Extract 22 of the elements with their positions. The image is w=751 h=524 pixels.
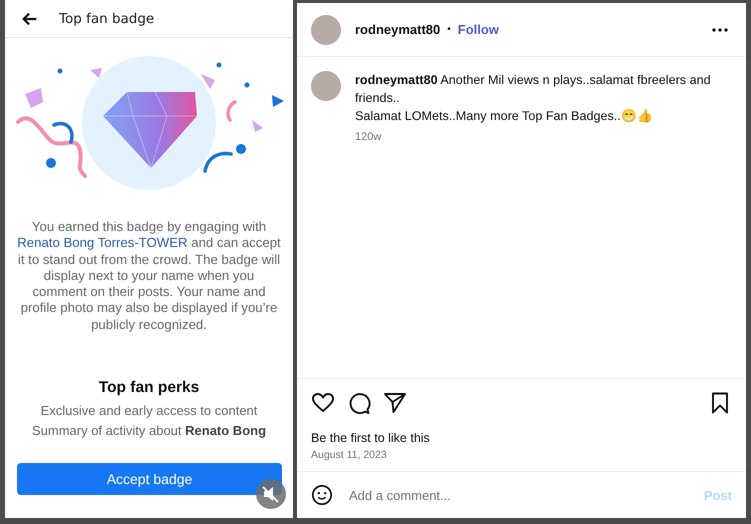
accept-badge-button[interactable]: Accept badge (17, 463, 282, 496)
heart-icon[interactable] (311, 391, 335, 415)
username[interactable]: rodneymatt80 (355, 22, 440, 37)
perk-text: Summary of activity about Renato Bong (30, 422, 268, 440)
share-icon[interactable] (383, 391, 407, 415)
muted-speaker-icon[interactable] (256, 479, 286, 510)
username-link[interactable]: rodneymatt80 (355, 73, 438, 87)
badge-description: You earned this badge by engaging with Renato Bong Torres-TOWER and can accept it to stand out from the crowd. The badge will display next to your name when you comment on their posts. Your name and profile photo may also be displayed if you’re publicly recognized. (16, 219, 282, 334)
likes-text: Be the first to like this (310, 430, 431, 445)
emoji-icon[interactable] (311, 484, 333, 506)
separator-dot: • (447, 24, 451, 35)
more-options-icon[interactable] (712, 28, 728, 32)
page-link[interactable]: Renato Bong Torres-TOWER (17, 235, 188, 250)
comment-icon[interactable] (347, 391, 371, 415)
page-title: Top fan badge (59, 10, 154, 26)
comment-field[interactable]: Add a comment... (347, 486, 690, 504)
perk-text: Exclusive and early access to content (40, 402, 258, 420)
post-caption: rodneymatt80 Another Mil views n plays..salamat fbreelers and friends.. Salamat LOMets..Many more Top Fan Badges..😁👍 (355, 72, 712, 125)
follow-link[interactable]: Follow (458, 22, 499, 37)
perks-heading: Top fan perks (98, 379, 200, 398)
post-age: 120w (355, 131, 382, 143)
post-date: August 11, 2023 (297, 445, 746, 472)
